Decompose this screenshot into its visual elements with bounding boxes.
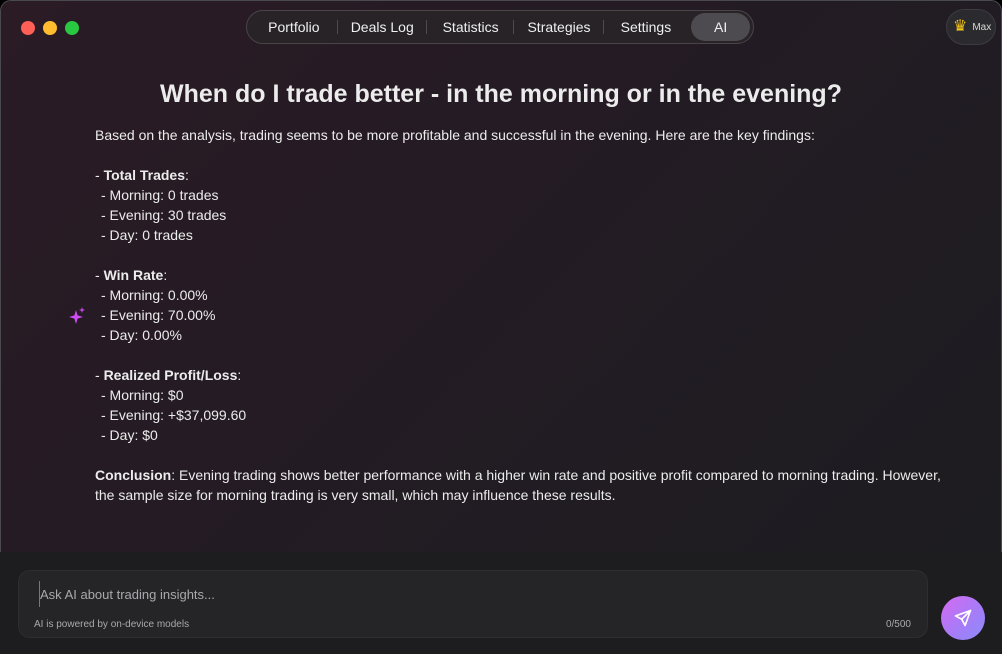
char-counter: 0/500 [885, 619, 911, 630]
list-item: - Day: 0 trades [101, 227, 193, 243]
list-item: - Morning: 0 trades [101, 187, 219, 203]
account-button[interactable]: ♛ Max [946, 9, 996, 45]
list-item: - Evening: 70.00% [101, 307, 216, 323]
conclusion: Conclusion: Evening trading shows better… [95, 467, 941, 503]
ai-question-input[interactable] [39, 581, 902, 607]
section-heading: - Total Trades: [95, 167, 189, 183]
list-item: - Day: $0 [101, 427, 158, 443]
tab-deals-log[interactable]: Deals Log [338, 13, 427, 41]
answer-intro: Based on the analysis, trading seems to … [95, 127, 815, 143]
ai-answer: Based on the analysis, trading seems to … [95, 125, 955, 505]
list-item: - Day: 0.00% [101, 327, 182, 343]
send-button[interactable] [941, 596, 985, 640]
main-nav: Portfolio Deals Log Statistics Strategie… [246, 10, 754, 44]
list-item: - Morning: $0 [101, 387, 184, 403]
zoom-window-button[interactable] [65, 21, 79, 35]
sparkle-icon [69, 307, 85, 324]
page-title: When do I trade better - in the morning … [160, 80, 842, 108]
tab-settings[interactable]: Settings [604, 13, 689, 41]
crown-icon: ♛ [953, 18, 968, 35]
list-item: - Evening: 30 trades [101, 207, 227, 223]
tab-ai[interactable]: AI [691, 13, 750, 41]
list-item: - Evening: +$37,099.60 [101, 407, 247, 423]
account-name: Max [972, 21, 992, 33]
section-heading: - Realized Profit/Loss: [95, 367, 242, 383]
section-heading: - Win Rate: [95, 267, 168, 283]
minimize-window-button[interactable] [43, 21, 57, 35]
ai-input-box: AI is powered by on-device models 0/500 [18, 570, 928, 638]
window-controls [21, 21, 79, 35]
close-window-button[interactable] [21, 21, 35, 35]
send-icon [954, 609, 972, 627]
tab-strategies[interactable]: Strategies [514, 13, 604, 41]
tab-portfolio[interactable]: Portfolio [250, 13, 338, 41]
tab-statistics[interactable]: Statistics [427, 13, 515, 41]
powered-by-label: AI is powered by on-device models [34, 619, 190, 630]
list-item: - Morning: 0.00% [101, 287, 208, 303]
